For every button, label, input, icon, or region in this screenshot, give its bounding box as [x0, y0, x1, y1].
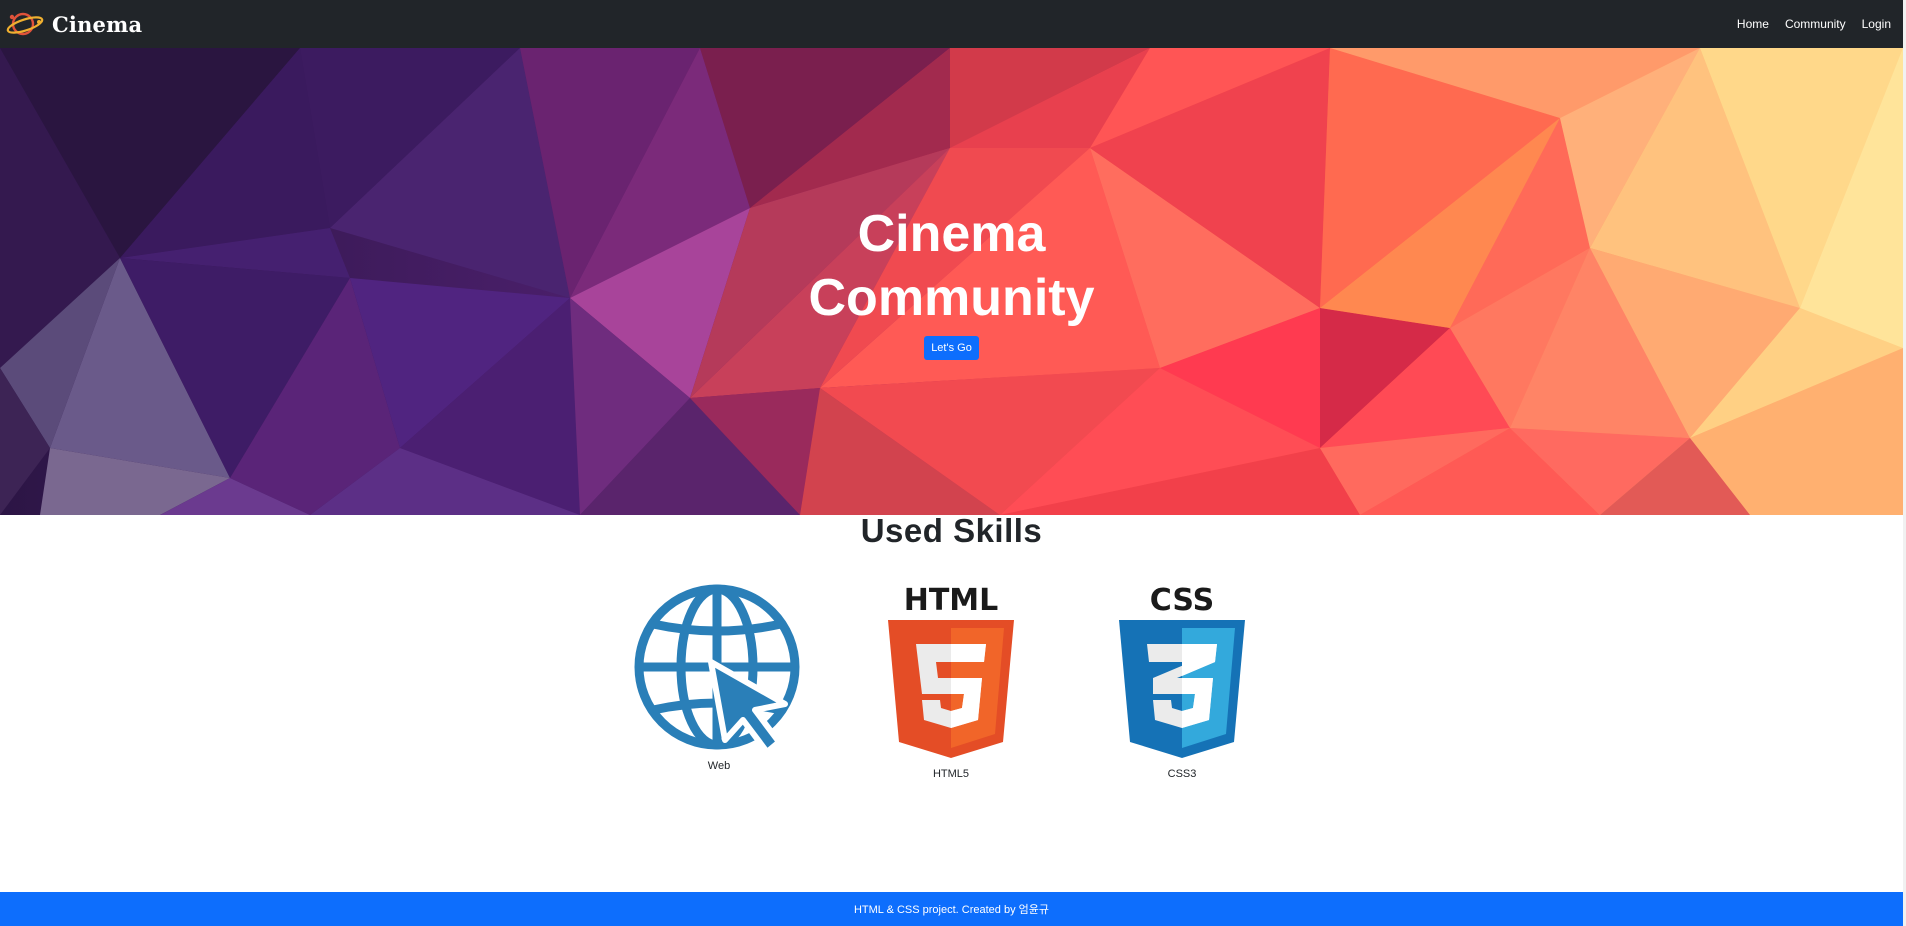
footer-credit-text: HTML & CSS project. Created by 엄윤규 — [853, 904, 1049, 916]
hero-title: Cinema Community — [782, 202, 1122, 330]
nav-login-link[interactable]: Login — [1854, 17, 1899, 31]
skill-css3-label: CSS3 — [1167, 768, 1197, 780]
page: Cinema Home Community Login Cinema Commu… — [0, 0, 1906, 926]
nav-community-link[interactable]: Community — [1777, 17, 1854, 31]
svg-text:HTML: HTML — [904, 583, 999, 618]
hero-content: Cinema Community Let's Go — [0, 48, 1903, 515]
content: Cinema Home Community Login Cinema Commu… — [0, 0, 1903, 926]
skill-html5-label: HTML5 — [932, 768, 970, 780]
brand-name: Cinema — [52, 11, 143, 37]
hero-title-line-1: Cinema — [857, 205, 1046, 263]
nav-home-link[interactable]: Home — [1729, 17, 1777, 31]
html5-logo-icon: HTML — [888, 583, 1014, 758]
svg-text:CSS: CSS — [1150, 583, 1214, 618]
skill-web-label: Web — [707, 760, 731, 772]
hero-title-line-2: Community — [808, 269, 1095, 327]
skills-heading: Used Skills — [860, 512, 1043, 549]
css3-logo-icon: CSS — [1119, 583, 1245, 758]
nav-links: Home Community Login — [1729, 0, 1899, 48]
lets-go-button[interactable]: Let's Go — [924, 336, 979, 360]
hero-banner: Cinema Community Let's Go — [0, 48, 1903, 515]
footer: HTML & CSS project. Created by 엄윤규 — [0, 892, 1903, 926]
skill-web: Web — [619, 582, 819, 772]
globe-cursor-icon — [634, 584, 800, 754]
skill-css3: CSS CSS3 — [1082, 582, 1282, 780]
planet-logo-icon — [6, 12, 44, 36]
navbar: Cinema Home Community Login — [0, 0, 1903, 48]
brand[interactable]: Cinema — [6, 6, 142, 42]
skill-html5: HTML HTML5 — [851, 582, 1051, 780]
